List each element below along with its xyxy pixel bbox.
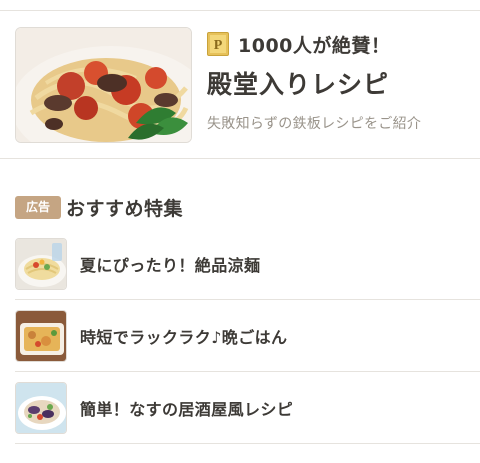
pasta-image[interactable] <box>15 27 192 143</box>
ad-section-header: 広告 おすすめ特集 <box>15 194 183 221</box>
hall-of-fame-card[interactable]: P 1000人が絶賛！ 殿堂入りレシピ 失敗知らずの鉄板レシピをご紹介 <box>0 11 480 158</box>
feature-item-label: 夏にぴったり！絶品涼麺 <box>80 255 261 275</box>
hall-of-fame-description: 失敗知らずの鉄板レシピをご紹介 <box>207 116 422 132</box>
feature-item-eggplant[interactable]: 簡単！なすの居酒屋風レシピ <box>15 372 480 444</box>
hall-of-fame-title: 殿堂入りレシピ <box>207 70 390 99</box>
eggplant-dish-image <box>15 381 67 434</box>
feature-item-label: 簡単！なすの居酒屋風レシピ <box>80 399 294 419</box>
ad-section-title: おすすめ特集 <box>66 198 184 220</box>
feature-item-label: 時短でラックラク♪晩ごはん <box>80 327 288 347</box>
feature-item-quick-dinner[interactable]: 時短でラックラク♪晩ごはん <box>15 300 480 372</box>
ad-badge: 広告 <box>15 196 61 219</box>
feature-list: 夏にぴったり！絶品涼麺 時短でラックラク♪晩ごはん 簡単！なすの居酒屋風レシピ <box>15 228 480 444</box>
feature-item-cold-noodles[interactable]: 夏にぴったり！絶品涼麺 <box>15 228 480 300</box>
hall-of-fame-catch: 1000人が絶賛！ <box>238 34 391 57</box>
gratin-image <box>15 309 67 362</box>
cold-noodles-image <box>15 237 67 290</box>
svg-text:P: P <box>214 38 223 53</box>
premium-icon: P <box>207 32 229 56</box>
section-divider <box>0 158 480 159</box>
